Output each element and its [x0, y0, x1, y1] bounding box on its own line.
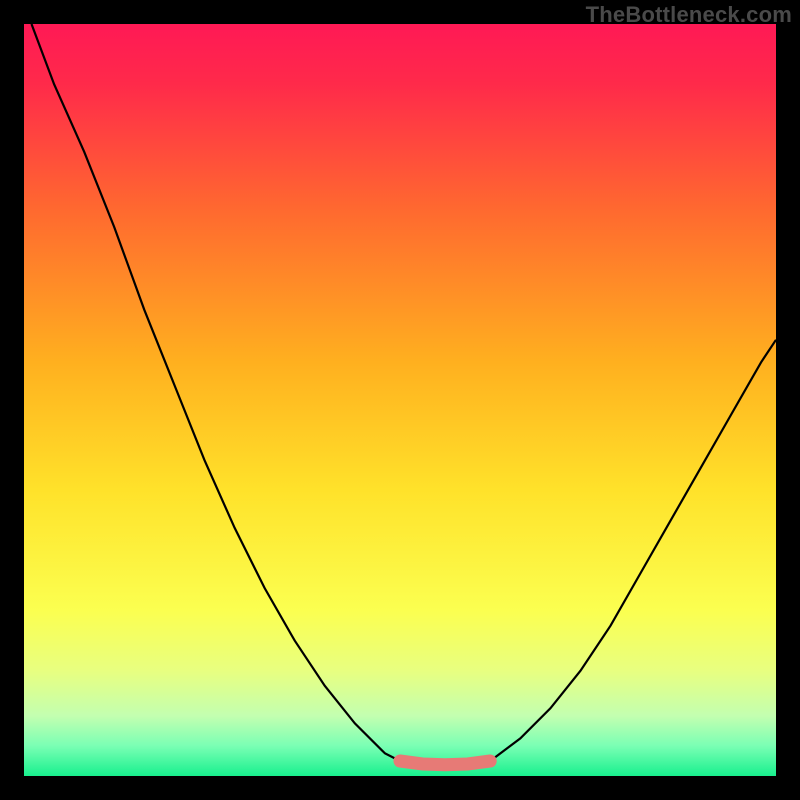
gradient-background [24, 24, 776, 776]
bottleneck-chart [24, 24, 776, 776]
outer-frame: TheBottleneck.com [0, 0, 800, 800]
curve-flat-min [400, 761, 490, 765]
chart-area [24, 24, 776, 776]
